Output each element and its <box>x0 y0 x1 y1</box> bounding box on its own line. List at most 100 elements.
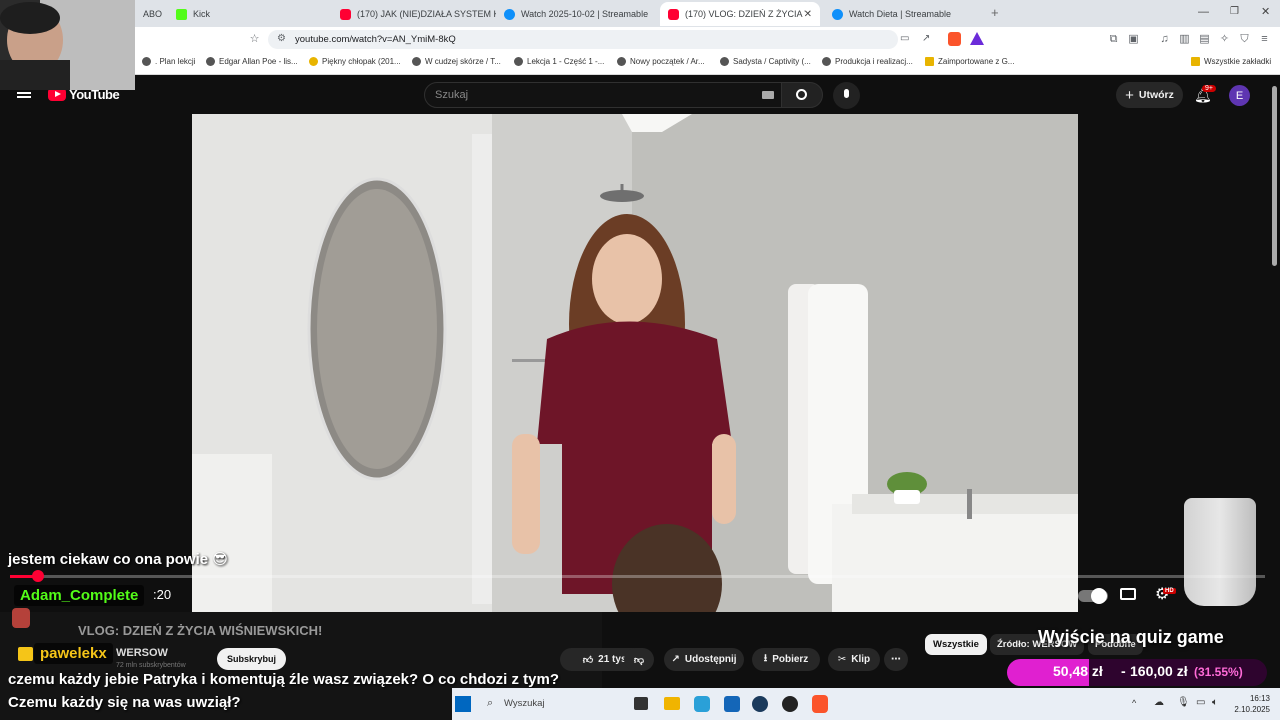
browser-tab-streamable[interactable]: Watch Dieta | Streamable <box>824 2 988 26</box>
kick-icon <box>176 8 187 20</box>
bookmark-item[interactable]: . Plan lekcji <box>142 57 195 66</box>
subscriber-count: 72 mln subskrybentów <box>116 662 186 669</box>
address-bar-row: ☆ ⚙ youtube.com/watch?v=AN_YmiM-8kQ ▭ ↗ … <box>0 27 1280 52</box>
video-frame[interactable] <box>192 114 1078 612</box>
bookmark-label: Nowy początek / Ar... <box>630 57 705 66</box>
video-scene <box>192 114 1078 612</box>
tray-chevron-icon[interactable]: ^ <box>1132 698 1136 708</box>
youtube-header: YouTube Szukaj + Utwórz 🔔︎ 9+ E <box>0 76 1280 114</box>
youtube-icon <box>340 8 351 20</box>
subscribe-button[interactable]: Subskrybuj <box>217 648 286 670</box>
channel-name[interactable]: WERSOW <box>116 647 168 659</box>
browser-tab-kick[interactable]: Kick <box>168 2 332 26</box>
taskbar-search[interactable]: Wyszukaj <box>504 698 545 709</box>
badge-icon <box>18 647 33 661</box>
keyboard-icon[interactable] <box>762 91 774 99</box>
vpn-icon[interactable]: ⛉ <box>1238 33 1251 46</box>
new-tab-button[interactable]: + <box>991 5 999 20</box>
search-button[interactable] <box>781 82 823 108</box>
page-scrollbar[interactable] <box>1272 86 1277 266</box>
share-icon[interactable]: ↗ <box>922 33 930 44</box>
bookmark-item[interactable]: Sadysta / Captivity (... <box>720 57 811 66</box>
voice-search-button[interactable] <box>833 82 860 109</box>
webcam-scene <box>0 0 135 90</box>
cast-icon[interactable]: ▭ <box>900 33 909 44</box>
bookmark-folder[interactable]: Wszystkie zakładki <box>1191 57 1271 66</box>
obs-icon[interactable] <box>782 696 798 712</box>
brave-shields-icon[interactable] <box>948 32 961 46</box>
search-input[interactable]: Szukaj <box>424 82 782 108</box>
task-view-icon[interactable] <box>634 697 648 710</box>
minimize-button[interactable]: — <box>1198 6 1209 18</box>
close-tab-icon[interactable]: ✕ <box>804 9 812 20</box>
copilot-icon[interactable] <box>694 696 710 712</box>
browser-tab-youtube-active[interactable]: (170) VLOG: DZIEŃ Z ŻYCIA WIŚ ✕ <box>660 2 820 26</box>
file-explorer-icon[interactable] <box>664 697 680 710</box>
bookmark-label: Produkcja i realizacj... <box>835 57 913 66</box>
menu-icon[interactable]: ≡ <box>1258 33 1271 46</box>
search-icon <box>796 89 807 100</box>
settings-gear-icon[interactable]: ⚙ <box>1155 584 1169 604</box>
microphone-tray-icon[interactable]: 🎙︎ <box>1177 697 1190 708</box>
chat-message: jestem ciekaw co ona powie 😎 <box>8 551 228 568</box>
avatar[interactable]: E <box>1229 85 1250 106</box>
clip-button[interactable]: ✂ Klip <box>828 648 880 671</box>
bookmark-label: Edgar Allan Poe - lis... <box>219 57 298 66</box>
close-window-button[interactable]: ✕ <box>1261 5 1270 18</box>
download-button[interactable]: ⭳ Pobierz <box>752 648 820 671</box>
browser-tab-streamable[interactable]: Watch 2025-10-02 | Streamable <box>496 2 660 26</box>
windows-taskbar: ⌕ Wyszukaj ^ ☁ 🎙︎ ▭ 🔈︎ 16:13 2.10.2025 <box>454 688 1280 720</box>
brave-browser-icon[interactable] <box>812 695 828 713</box>
url-text: youtube.com/watch?v=AN_YmiM-8kQ <box>295 34 456 45</box>
bookmark-item[interactable]: Produkcja i realizacj... <box>822 57 913 66</box>
dislike-button[interactable]: 👎︎ <box>624 648 654 671</box>
bookmark-item[interactable]: Lekcja 1 - Część 1 -... <box>514 57 604 66</box>
tab-label: (170) JAK (NIE)DZIAŁA SYSTEM KAUC <box>357 9 496 19</box>
bookmark-item[interactable]: Edgar Allan Poe - lis... <box>206 57 298 66</box>
browser-tab-youtube[interactable]: (170) JAK (NIE)DZIAŁA SYSTEM KAUC <box>332 2 496 26</box>
subtitles-icon[interactable] <box>1120 588 1136 600</box>
filter-chip-all[interactable]: Wszystkie <box>925 634 987 655</box>
url-field[interactable]: ⚙ youtube.com/watch?v=AN_YmiM-8kQ ▭ ↗ <box>268 30 930 49</box>
tab-label: ABO <box>143 9 163 19</box>
bookmark-icon[interactable]: ☆ <box>248 33 261 46</box>
more-actions-button[interactable]: ⋯ <box>884 648 908 671</box>
search-icon[interactable]: ⌕ <box>487 697 493 710</box>
video-title: VLOG: DZIEŃ Z ŻYCIA WIŚNIEWSKICH! <box>78 623 323 638</box>
streamable-icon <box>832 8 843 20</box>
bookmark-item[interactable]: W cudzej skórze / T... <box>412 57 501 66</box>
maximize-button[interactable]: ❐ <box>1230 6 1239 17</box>
create-button[interactable]: + Utwórz <box>1116 82 1183 108</box>
progress-scrubber[interactable] <box>32 570 44 582</box>
volume-icon[interactable]: 🔈︎ <box>1212 697 1218 708</box>
bookmark-item[interactable]: Piękny chłopak (201... <box>309 57 401 66</box>
onedrive-icon[interactable]: ☁ <box>1154 697 1164 708</box>
create-label: Utwórz <box>1138 89 1174 101</box>
bookmark-label: Sadysta / Captivity (... <box>733 57 811 66</box>
share-button[interactable]: ↗ Udostępnij <box>664 648 744 671</box>
goal-current: 50,48 zł <box>1053 663 1103 679</box>
panel-icon[interactable]: ▥ <box>1178 33 1191 46</box>
store-icon[interactable] <box>724 696 740 712</box>
leo-icon[interactable]: ✧ <box>1218 33 1231 46</box>
sidebar-icon[interactable]: ▣ <box>1127 33 1140 46</box>
clock-time[interactable]: 16:13 <box>1238 694 1270 703</box>
network-icon[interactable]: ▭ <box>1196 697 1205 708</box>
site-info-icon[interactable]: ⚙ <box>277 33 286 44</box>
globe-icon <box>206 57 215 66</box>
bookmark-item[interactable]: Nowy początek / Ar... <box>617 57 705 66</box>
wallet-icon[interactable]: ▤ <box>1198 33 1211 46</box>
browser-tab[interactable]: ABO <box>135 2 171 26</box>
windows-start-icon[interactable] <box>455 696 471 712</box>
bookmark-folder[interactable]: Zaimportowane z G... <box>925 57 1014 66</box>
steam-icon[interactable] <box>752 696 768 712</box>
clock-date[interactable]: 2.10.2025 <box>1228 705 1270 714</box>
goal-percent: (31.55%) <box>1194 665 1243 679</box>
extensions-icon[interactable]: ⧉ <box>1107 33 1120 46</box>
brave-rewards-icon[interactable] <box>970 32 984 45</box>
media-icon[interactable]: ♫ <box>1158 33 1171 46</box>
progress-bar[interactable] <box>10 575 1265 578</box>
video-player[interactable]: :20 ⚙ HD <box>0 114 1270 612</box>
autoplay-toggle[interactable] <box>1078 588 1108 604</box>
bookmark-label: Lekcja 1 - Część 1 -... <box>527 57 605 66</box>
